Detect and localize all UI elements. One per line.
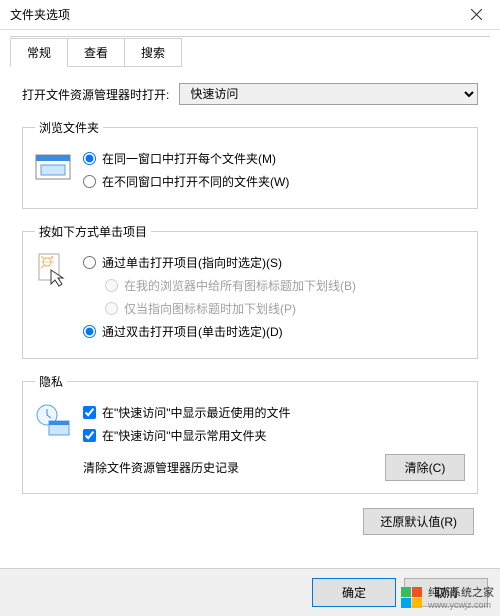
radio-same-window-input[interactable] <box>83 152 96 165</box>
close-button[interactable] <box>460 4 492 26</box>
privacy-legend: 隐私 <box>35 373 67 390</box>
open-explorer-label: 打开文件资源管理器时打开: <box>22 86 169 103</box>
check-recent-files-input[interactable] <box>83 406 96 419</box>
check-recent-files-label: 在"快速访问"中显示最近使用的文件 <box>102 404 291 421</box>
ok-button[interactable]: 确定 <box>312 578 396 607</box>
clear-button[interactable]: 清除(C) <box>385 454 465 481</box>
watermark: 纯净系统之家 www.ycwjz.com <box>400 584 494 610</box>
radio-same-window[interactable]: 在同一窗口中打开每个文件夹(M) <box>83 150 465 167</box>
folder-window-icon <box>35 148 71 184</box>
radio-diff-window-label: 在不同窗口中打开不同的文件夹(W) <box>102 173 289 190</box>
clear-history-label: 清除文件资源管理器历史记录 <box>83 459 239 476</box>
check-frequent-folders-label: 在"快速访问"中显示常用文件夹 <box>102 427 267 444</box>
browse-legend: 浏览文件夹 <box>35 119 103 136</box>
clock-folder-icon <box>35 402 71 438</box>
radio-underline-all-input <box>105 279 118 292</box>
radio-underline-point-label: 仅当指向图标标题时加下划线(P) <box>124 300 296 317</box>
radio-single-click[interactable]: 通过单击打开项目(指向时选定)(S) <box>83 254 465 271</box>
restore-defaults-button[interactable]: 还原默认值(R) <box>363 508 474 535</box>
radio-double-click-input[interactable] <box>83 325 96 338</box>
watermark-url: www.ycwjz.com <box>428 600 494 610</box>
check-frequent-folders[interactable]: 在"快速访问"中显示常用文件夹 <box>83 427 465 444</box>
clear-history-row: 清除文件资源管理器历史记录 清除(C) <box>83 454 465 481</box>
close-icon <box>471 9 482 20</box>
tab-search[interactable]: 搜索 <box>124 38 182 67</box>
tab-general[interactable]: 常规 <box>10 38 68 67</box>
radio-underline-point-input <box>105 302 118 315</box>
browse-folders-group: 浏览文件夹 在同一窗口中打开每个文件夹(M) 在不同窗口中打开不同的文件夹(W) <box>22 119 478 209</box>
radio-single-click-label: 通过单击打开项目(指向时选定)(S) <box>102 254 282 271</box>
radio-single-click-input[interactable] <box>83 256 96 269</box>
click-items-group: 按如下方式单击项目 通过单击打开项目(指向时选定)(S) 在我的浏览器中给所有图… <box>22 223 478 359</box>
tabs: 常规 查看 搜索 <box>10 38 490 67</box>
radio-diff-window-input[interactable] <box>83 175 96 188</box>
radio-double-click[interactable]: 通过双击打开项目(单击时选定)(D) <box>83 323 465 340</box>
radio-same-window-label: 在同一窗口中打开每个文件夹(M) <box>102 150 276 167</box>
radio-underline-all: 在我的浏览器中给所有图标标题加下划线(B) <box>105 277 465 294</box>
tab-view[interactable]: 查看 <box>67 38 125 67</box>
radio-diff-window[interactable]: 在不同窗口中打开不同的文件夹(W) <box>83 173 465 190</box>
tab-underline <box>10 36 490 37</box>
radio-underline-all-label: 在我的浏览器中给所有图标标题加下划线(B) <box>124 277 356 294</box>
watermark-name: 纯净系统之家 <box>428 584 494 600</box>
check-frequent-folders-input[interactable] <box>83 429 96 442</box>
check-recent-files[interactable]: 在"快速访问"中显示最近使用的文件 <box>83 404 465 421</box>
pointer-icon <box>35 252 71 288</box>
click-legend: 按如下方式单击项目 <box>35 223 151 240</box>
open-explorer-row: 打开文件资源管理器时打开: 快速访问 <box>22 83 478 105</box>
open-explorer-select[interactable]: 快速访问 <box>179 83 478 105</box>
restore-row: 还原默认值(R) <box>22 508 478 535</box>
titlebar: 文件夹选项 <box>0 0 500 30</box>
radio-double-click-label: 通过双击打开项目(单击时选定)(D) <box>102 323 283 340</box>
watermark-logo-icon <box>400 586 422 608</box>
privacy-group: 隐私 在"快速访问"中显示最近使用的文件 在"快速访问"中显示常用文件夹 清除文… <box>22 373 478 494</box>
radio-underline-point: 仅当指向图标标题时加下划线(P) <box>105 300 465 317</box>
window-title: 文件夹选项 <box>10 6 70 23</box>
content: 打开文件资源管理器时打开: 快速访问 浏览文件夹 在同一窗口中打开每个文件夹(M… <box>0 67 500 545</box>
